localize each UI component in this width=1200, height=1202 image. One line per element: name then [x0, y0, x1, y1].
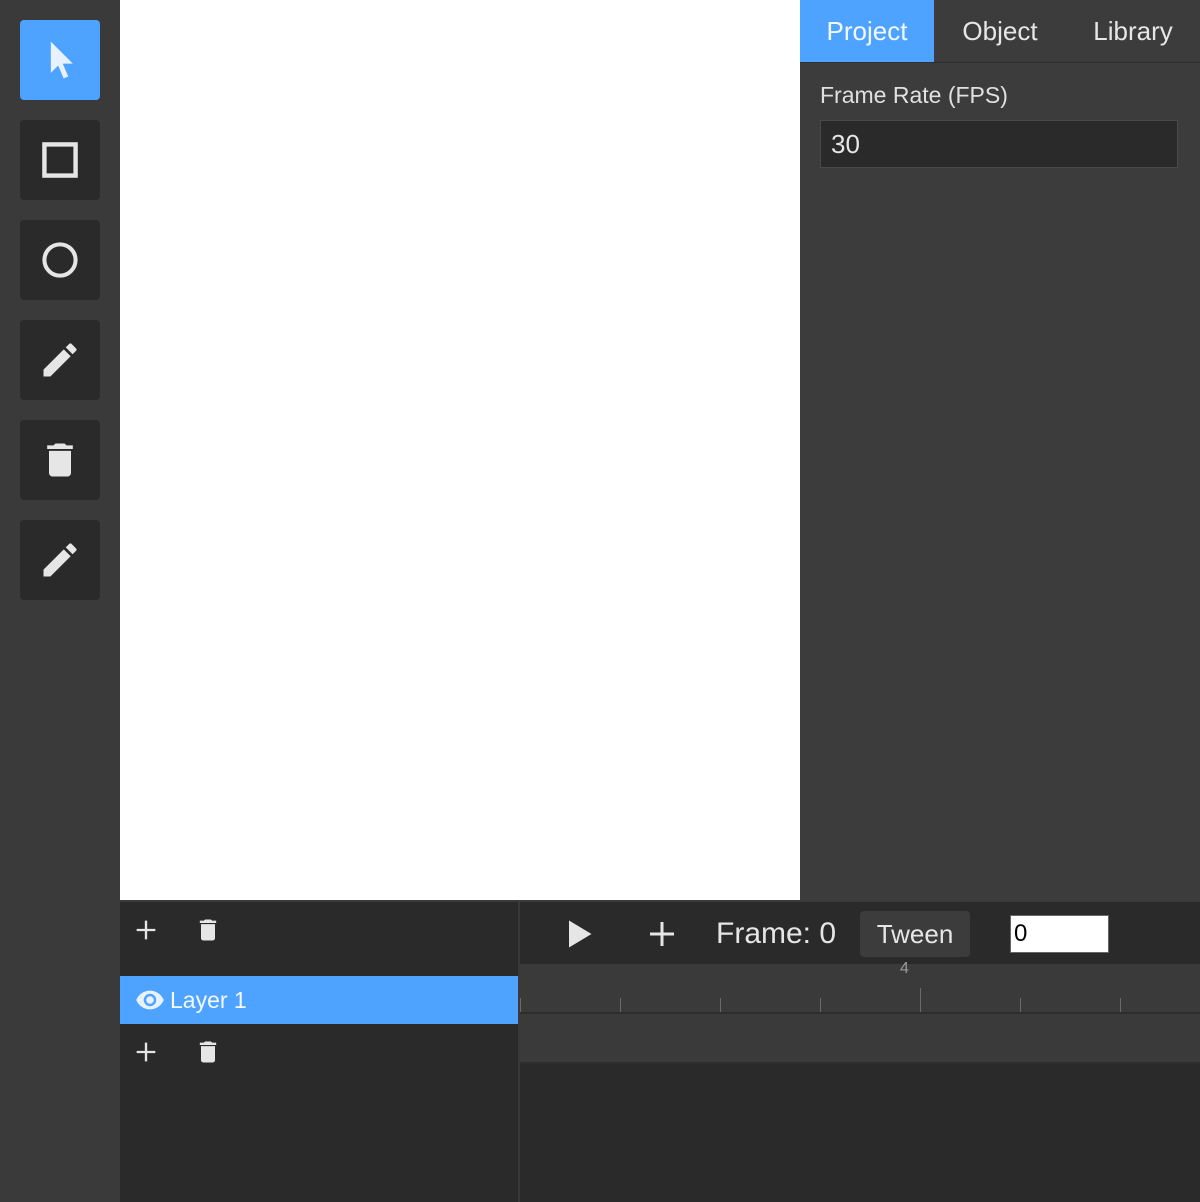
- tween-input[interactable]: [1010, 915, 1109, 953]
- tab-library[interactable]: Library: [1066, 0, 1200, 62]
- delete-layer-button[interactable]: [192, 914, 224, 946]
- pencil-icon: [43, 343, 77, 377]
- timeline-ruler[interactable]: 4: [520, 960, 1200, 1014]
- ruler-tick: [1020, 998, 1021, 1012]
- pencil-tool-button[interactable]: [20, 320, 100, 400]
- tween-button[interactable]: Tween: [860, 911, 970, 957]
- add-sublayer-button[interactable]: [130, 1036, 162, 1068]
- ruler-tick: [520, 998, 521, 1012]
- drawing-canvas[interactable]: [120, 0, 800, 900]
- layers-panel: Layer 1: [120, 900, 520, 1202]
- ruler-tick: [1120, 998, 1121, 1012]
- ellipse-tool-button[interactable]: [20, 220, 100, 300]
- ruler-tick: [920, 988, 921, 1012]
- tab-object[interactable]: Object: [934, 0, 1066, 62]
- timeline-panel: Frame: 0 Tween 4: [520, 900, 1200, 1202]
- rectangle-tool-button[interactable]: [20, 120, 100, 200]
- layer-track[interactable]: [520, 1014, 1200, 1064]
- tab-project[interactable]: Project: [800, 0, 934, 62]
- add-keyframe-button[interactable]: [642, 914, 682, 954]
- tool-palette: [0, 0, 120, 1200]
- plus-icon: [136, 920, 156, 940]
- square-icon: [42, 142, 78, 178]
- inspector-panel: Project Object Library Frame Rate (FPS): [800, 0, 1200, 900]
- plus-icon: [650, 922, 674, 946]
- layer-row[interactable]: Layer 1: [120, 976, 518, 1024]
- frame-rate-input[interactable]: [820, 120, 1178, 168]
- pencil-icon: [43, 543, 77, 577]
- play-button[interactable]: [558, 914, 598, 954]
- trash-icon: [47, 443, 73, 477]
- trash-icon: [199, 1041, 217, 1063]
- plus-icon: [136, 1042, 156, 1062]
- add-layer-button[interactable]: [130, 914, 162, 946]
- frame-rate-label: Frame Rate (FPS): [820, 82, 1008, 108]
- circle-icon: [42, 242, 78, 278]
- ruler-tick: [620, 998, 621, 1012]
- select-tool-button[interactable]: [20, 20, 100, 100]
- pen-tool-button[interactable]: [20, 520, 100, 600]
- delete-tool-button[interactable]: [20, 420, 100, 500]
- ruler-tick: [720, 998, 721, 1012]
- frame-counter: Frame: 0: [716, 917, 837, 950]
- layer-name: Layer 1: [170, 987, 247, 1013]
- ruler-label: 4: [900, 960, 909, 977]
- delete-sublayer-button[interactable]: [192, 1036, 224, 1068]
- trash-icon: [199, 919, 217, 941]
- cursor-arrow-icon: [50, 41, 73, 79]
- inspector-tabs: Project Object Library: [800, 0, 1200, 63]
- play-icon: [569, 920, 592, 948]
- eye-icon[interactable]: [134, 985, 166, 1015]
- ruler-tick: [820, 998, 821, 1012]
